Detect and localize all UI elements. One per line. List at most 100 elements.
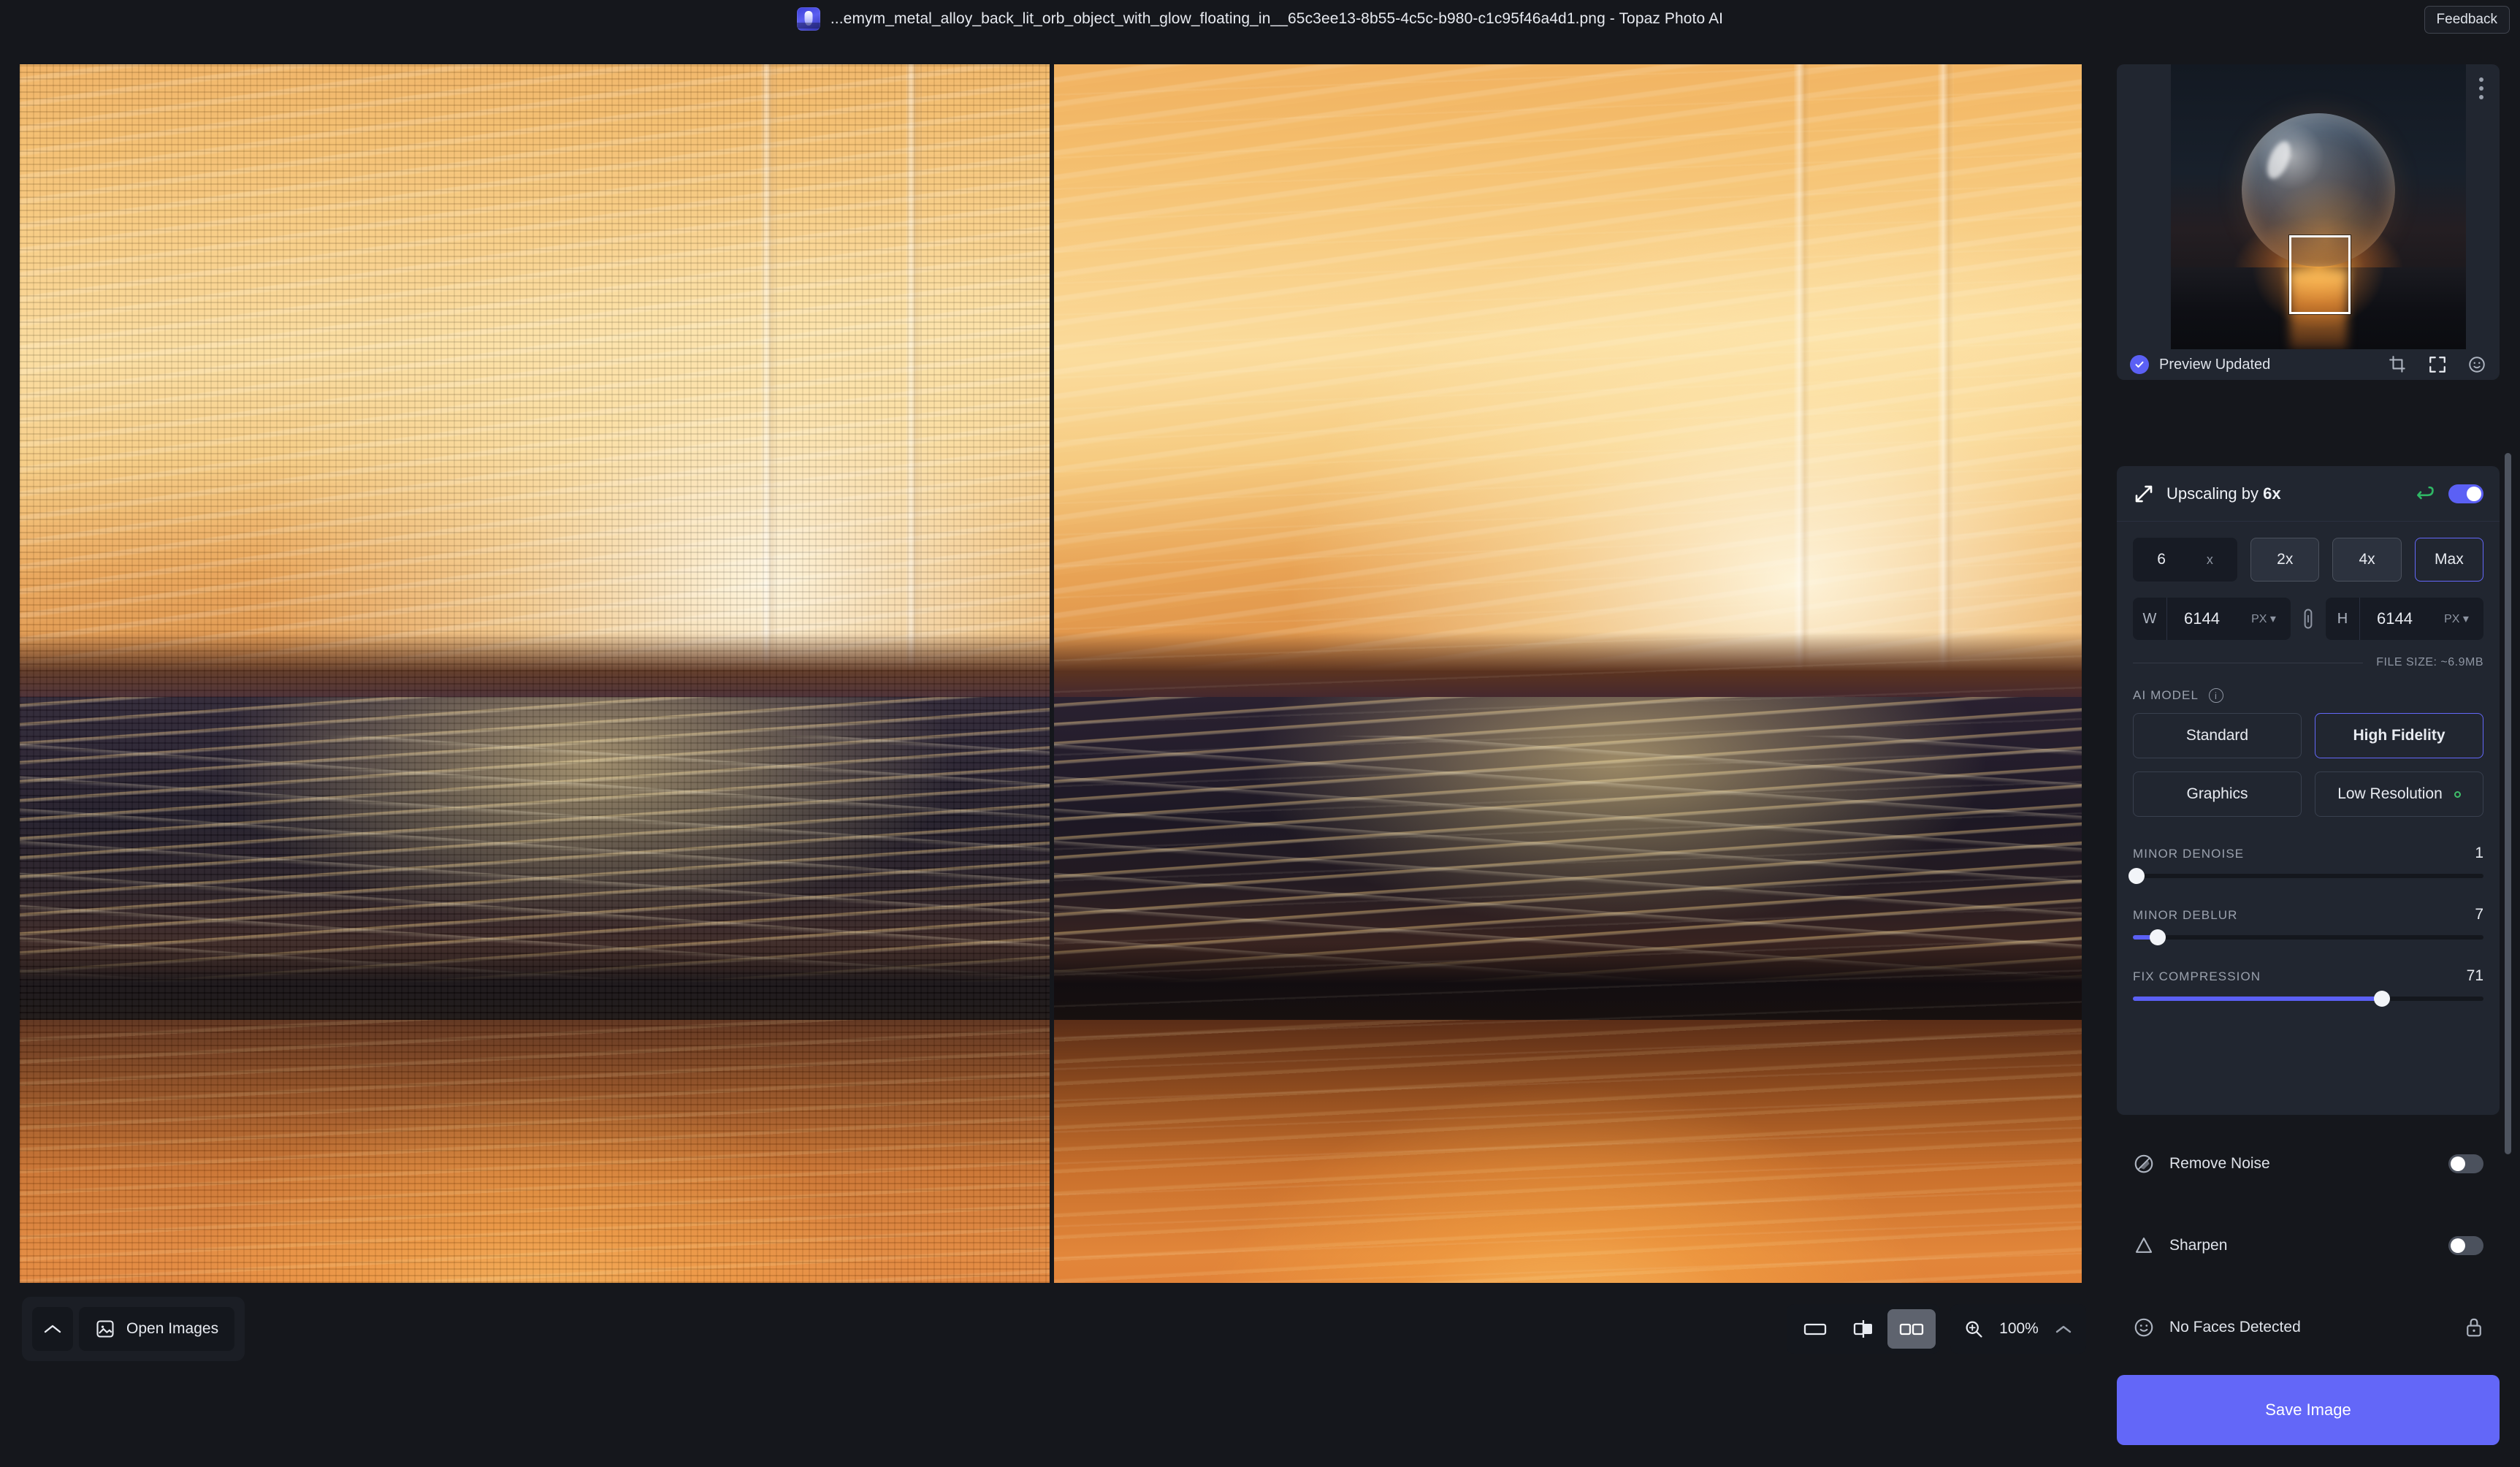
filter-row-faces[interactable]: No Faces Detected bbox=[2117, 1305, 2500, 1350]
info-icon[interactable]: i bbox=[2209, 688, 2224, 703]
view-mode-split[interactable] bbox=[1839, 1309, 1887, 1349]
original-image-pane[interactable] bbox=[20, 64, 1050, 1355]
preview-actions bbox=[2389, 355, 2486, 374]
magnifier-plus-icon[interactable] bbox=[1963, 1319, 1984, 1339]
window-title: ...emym_metal_alloy_back_lit_orb_object_… bbox=[830, 10, 1724, 27]
dimensions-row: W 6144 PX ▾ H 6144 PX ▾ bbox=[2133, 598, 2483, 640]
slider-handle[interactable] bbox=[2373, 991, 2390, 1007]
upscaled-image bbox=[1054, 64, 2082, 1355]
status-dot bbox=[2454, 790, 2461, 798]
slider-value: 71 bbox=[2466, 967, 2483, 984]
slider-label: FIX COMPRESSION bbox=[2133, 969, 2261, 983]
upscaling-title-prefix: Upscaling by bbox=[2166, 484, 2264, 503]
height-value[interactable]: 6144 bbox=[2360, 609, 2429, 628]
chevron-up-icon bbox=[44, 1325, 61, 1333]
slider-label: MINOR DEBLUR bbox=[2133, 908, 2238, 922]
slider-track[interactable] bbox=[2128, 868, 2483, 884]
scale-factor-unit: x bbox=[2206, 552, 2213, 567]
sidebar-scrollbar[interactable] bbox=[2505, 453, 2511, 1154]
filter-label: Remove Noise bbox=[2169, 1155, 2270, 1172]
undo-arrow-icon[interactable] bbox=[2415, 484, 2437, 503]
width-key: W bbox=[2142, 610, 2157, 627]
title-group: ...emym_metal_alloy_back_lit_orb_object_… bbox=[796, 7, 1724, 31]
preview-card: Preview Updated bbox=[2117, 64, 2500, 380]
view-mode-single[interactable] bbox=[1791, 1309, 1839, 1349]
lock-icon[interactable] bbox=[2464, 1317, 2483, 1338]
smiley-icon bbox=[2134, 1318, 2153, 1337]
width-field[interactable]: W 6144 PX ▾ bbox=[2133, 598, 2291, 640]
resize-arrows-icon bbox=[2135, 485, 2153, 502]
bottom-toolbar: Open Images 100% bbox=[0, 1283, 2096, 1375]
scale-preset-4x[interactable]: 4x bbox=[2332, 538, 2402, 582]
upscaling-header: Upscaling by 6x bbox=[2117, 466, 2500, 522]
upscaling-enable-toggle[interactable] bbox=[2448, 484, 2483, 503]
slider-label: MINOR DENOISE bbox=[2133, 847, 2245, 861]
upscaling-title-value: 6x bbox=[2263, 484, 2281, 503]
view-mode-side-by-side[interactable] bbox=[1887, 1309, 1936, 1349]
filter-row-sharpen[interactable]: Sharpen bbox=[2117, 1223, 2500, 1268]
zoom-group: 100% bbox=[1950, 1304, 2086, 1354]
width-unit-select[interactable]: PX ▾ bbox=[2237, 611, 2291, 626]
save-image-button[interactable]: Save Image bbox=[2117, 1375, 2500, 1445]
slider-track[interactable] bbox=[2133, 929, 2483, 945]
open-images-button[interactable]: Open Images bbox=[79, 1307, 235, 1351]
preview-region-selector[interactable] bbox=[2288, 235, 2351, 314]
slider-handle[interactable] bbox=[2149, 929, 2166, 945]
link-icon[interactable] bbox=[2298, 608, 2318, 630]
upscaling-title: Upscaling by 6x bbox=[2166, 484, 2403, 503]
ai-model-grid: Standard High Fidelity Graphics Low Reso… bbox=[2133, 713, 2483, 817]
more-options-icon[interactable] bbox=[2479, 77, 2483, 99]
right-sidebar: Preview Updated Upscaling by 6x 6 x 2x 4… bbox=[2096, 38, 2520, 1467]
file-size-row: FILE SIZE: ~6.9MB bbox=[2133, 656, 2483, 669]
filter-label: Sharpen bbox=[2169, 1237, 2228, 1254]
preview-thumbnail[interactable] bbox=[2171, 64, 2466, 349]
sharpen-toggle[interactable] bbox=[2448, 1236, 2483, 1255]
height-unit-select[interactable]: PX ▾ bbox=[2429, 611, 2483, 626]
bottom-right-group: 100% bbox=[1787, 1304, 2086, 1354]
collapse-filmstrip-button[interactable] bbox=[32, 1307, 73, 1351]
scale-factor-value: 6 bbox=[2157, 551, 2166, 568]
scale-preset-2x[interactable]: 2x bbox=[2250, 538, 2320, 582]
original-image bbox=[20, 64, 1050, 1355]
upscaling-body: 6 x 2x 4x Max W 6144 PX ▾ H 6144 PX ▾ FI… bbox=[2117, 522, 2500, 1007]
expand-icon[interactable] bbox=[2428, 355, 2447, 374]
slider-fix-compression: FIX COMPRESSION 71 bbox=[2133, 967, 2483, 1007]
slider-minor-denoise: MINOR DENOISE 1 bbox=[2128, 845, 2483, 884]
triangle-icon bbox=[2135, 1237, 2153, 1253]
height-key: H bbox=[2337, 610, 2348, 627]
file-size-label: FILE SIZE: ~6.9MB bbox=[2376, 656, 2483, 668]
preview-status-label: Preview Updated bbox=[2159, 356, 2271, 373]
scale-preset-max[interactable]: Max bbox=[2414, 538, 2484, 582]
model-graphics[interactable]: Graphics bbox=[2133, 771, 2302, 817]
title-bar: ...emym_metal_alloy_back_lit_orb_object_… bbox=[0, 0, 2520, 38]
smiley-icon[interactable] bbox=[2467, 355, 2486, 374]
slider-value: 7 bbox=[2475, 906, 2483, 923]
model-standard[interactable]: Standard bbox=[2133, 713, 2302, 758]
width-value[interactable]: 6144 bbox=[2167, 609, 2237, 628]
scale-factor-input[interactable]: 6 x bbox=[2133, 538, 2238, 582]
ai-model-label-row: AI MODEL i bbox=[2133, 688, 2483, 703]
image-stage: Open Images 100% bbox=[0, 38, 2096, 1375]
zoom-level[interactable]: 100% bbox=[1994, 1320, 2044, 1338]
slider-track[interactable] bbox=[2133, 991, 2483, 1007]
feedback-button[interactable]: Feedback bbox=[2424, 6, 2510, 34]
crop-icon[interactable] bbox=[2389, 355, 2408, 374]
topaz-photo-ai-logo-icon bbox=[796, 7, 820, 31]
slider-handle[interactable] bbox=[2128, 868, 2145, 884]
model-high-fidelity[interactable]: High Fidelity bbox=[2315, 713, 2483, 758]
rectangle-icon bbox=[1803, 1323, 1827, 1335]
zoom-chevron-up-icon[interactable] bbox=[2054, 1323, 2073, 1335]
check-circle-icon bbox=[2130, 355, 2149, 374]
image-icon bbox=[96, 1320, 114, 1338]
remove-noise-toggle[interactable] bbox=[2448, 1154, 2483, 1173]
filter-label: No Faces Detected bbox=[2169, 1319, 2301, 1335]
processed-image-pane[interactable] bbox=[1054, 64, 2082, 1355]
open-images-label: Open Images bbox=[126, 1320, 219, 1337]
model-low-resolution[interactable]: Low Resolution bbox=[2315, 771, 2483, 817]
slider-value: 1 bbox=[2475, 845, 2483, 861]
topaz-photo-ai-window: ...emym_metal_alloy_back_lit_orb_object_… bbox=[0, 0, 2520, 1467]
two-panes-icon bbox=[1899, 1323, 1924, 1335]
height-field[interactable]: H 6144 PX ▾ bbox=[2326, 598, 2483, 640]
preview-status-bar: Preview Updated bbox=[2117, 349, 2500, 380]
filter-row-remove-noise[interactable]: Remove Noise bbox=[2117, 1141, 2500, 1186]
